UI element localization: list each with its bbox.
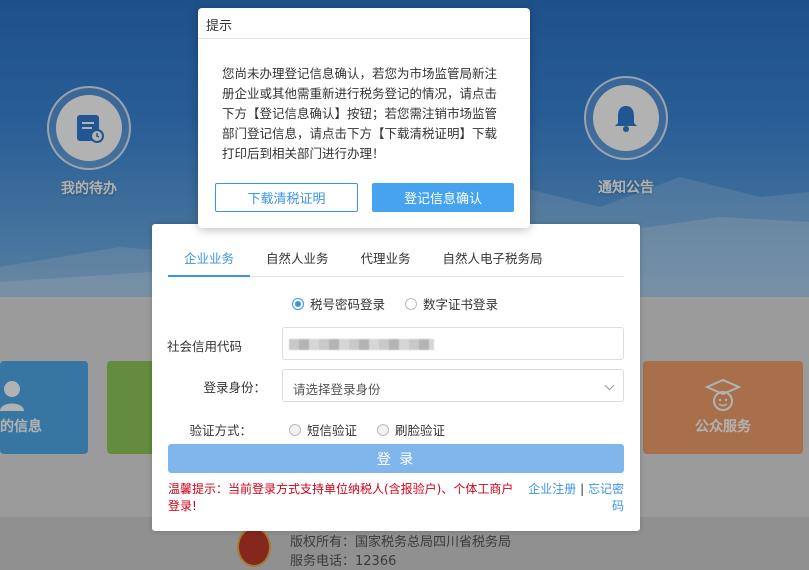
login-tip: 温馨提示：当前登录方式支持单位纳税人(含报验户)、个体工商户登录! xyxy=(168,482,514,513)
radio-face[interactable] xyxy=(377,423,390,436)
tab-individual[interactable]: 自然人业务 xyxy=(250,240,345,277)
login-method-password[interactable]: 税号密码登录 xyxy=(292,294,385,313)
verify-sms-label: 短信验证 xyxy=(307,423,358,438)
verify-method-group: 短信验证 刷脸验证 xyxy=(289,420,445,439)
radio-password[interactable] xyxy=(292,297,304,310)
radio-certificate[interactable] xyxy=(405,297,418,310)
identity-label: 登录身份： xyxy=(203,380,266,395)
prompt-dialog: 提示 您尚未办理登记信息确认，若您为市场监管局新注册企业或其他需重新进行税务登记… xyxy=(198,8,530,228)
tab-enterprise[interactable]: 企业业务 xyxy=(168,240,251,277)
radio-sms[interactable] xyxy=(289,423,301,436)
confirm-registration-button[interactable]: 登记信息确认 xyxy=(372,183,514,212)
verify-face[interactable]: 刷脸验证 xyxy=(377,420,445,439)
tab-agent[interactable]: 代理业务 xyxy=(345,240,427,277)
login-method-password-label: 税号密码登录 xyxy=(310,297,386,312)
verify-face-label: 刷脸验证 xyxy=(395,423,446,438)
login-tabs: 企业业务 自然人业务 代理业务 自然人电子税务局 xyxy=(168,240,624,277)
masked-credit-code xyxy=(289,339,434,350)
login-method-group: 税号密码登录 数字证书登录 xyxy=(292,294,498,313)
verify-sms[interactable]: 短信验证 xyxy=(289,420,357,439)
login-method-certificate[interactable]: 数字证书登录 xyxy=(405,294,498,313)
credit-code-label: 社会信用代码 xyxy=(166,339,242,354)
link-separator: | xyxy=(580,482,585,496)
credit-code-input[interactable] xyxy=(282,327,624,360)
account-links: 企业注册 | 忘记密码 xyxy=(528,481,624,515)
dialog-title: 提示 xyxy=(198,8,530,39)
login-method-certificate-label: 数字证书登录 xyxy=(423,297,499,312)
forgot-password-link[interactable]: 忘记密码 xyxy=(588,482,624,513)
dialog-message: 您尚未办理登记信息确认，若您为市场监管局新注册企业或其他需重新进行税务登记的情况… xyxy=(222,66,498,161)
tab-individual-etax[interactable]: 自然人电子税务局 xyxy=(427,240,559,277)
download-clearance-button[interactable]: 下载清税证明 xyxy=(215,183,358,212)
identity-placeholder: 请选择登录身份 xyxy=(293,382,381,397)
verify-label: 验证方式： xyxy=(189,423,252,438)
login-panel: 企业业务 自然人业务 代理业务 自然人电子税务局 税号密码登录 数字证书登录 社… xyxy=(152,224,640,531)
identity-select[interactable]: 请选择登录身份 xyxy=(282,369,624,402)
login-button[interactable]: 登 录 xyxy=(168,444,624,473)
register-link[interactable]: 企业注册 xyxy=(528,482,576,496)
chevron-down-icon xyxy=(604,380,615,391)
